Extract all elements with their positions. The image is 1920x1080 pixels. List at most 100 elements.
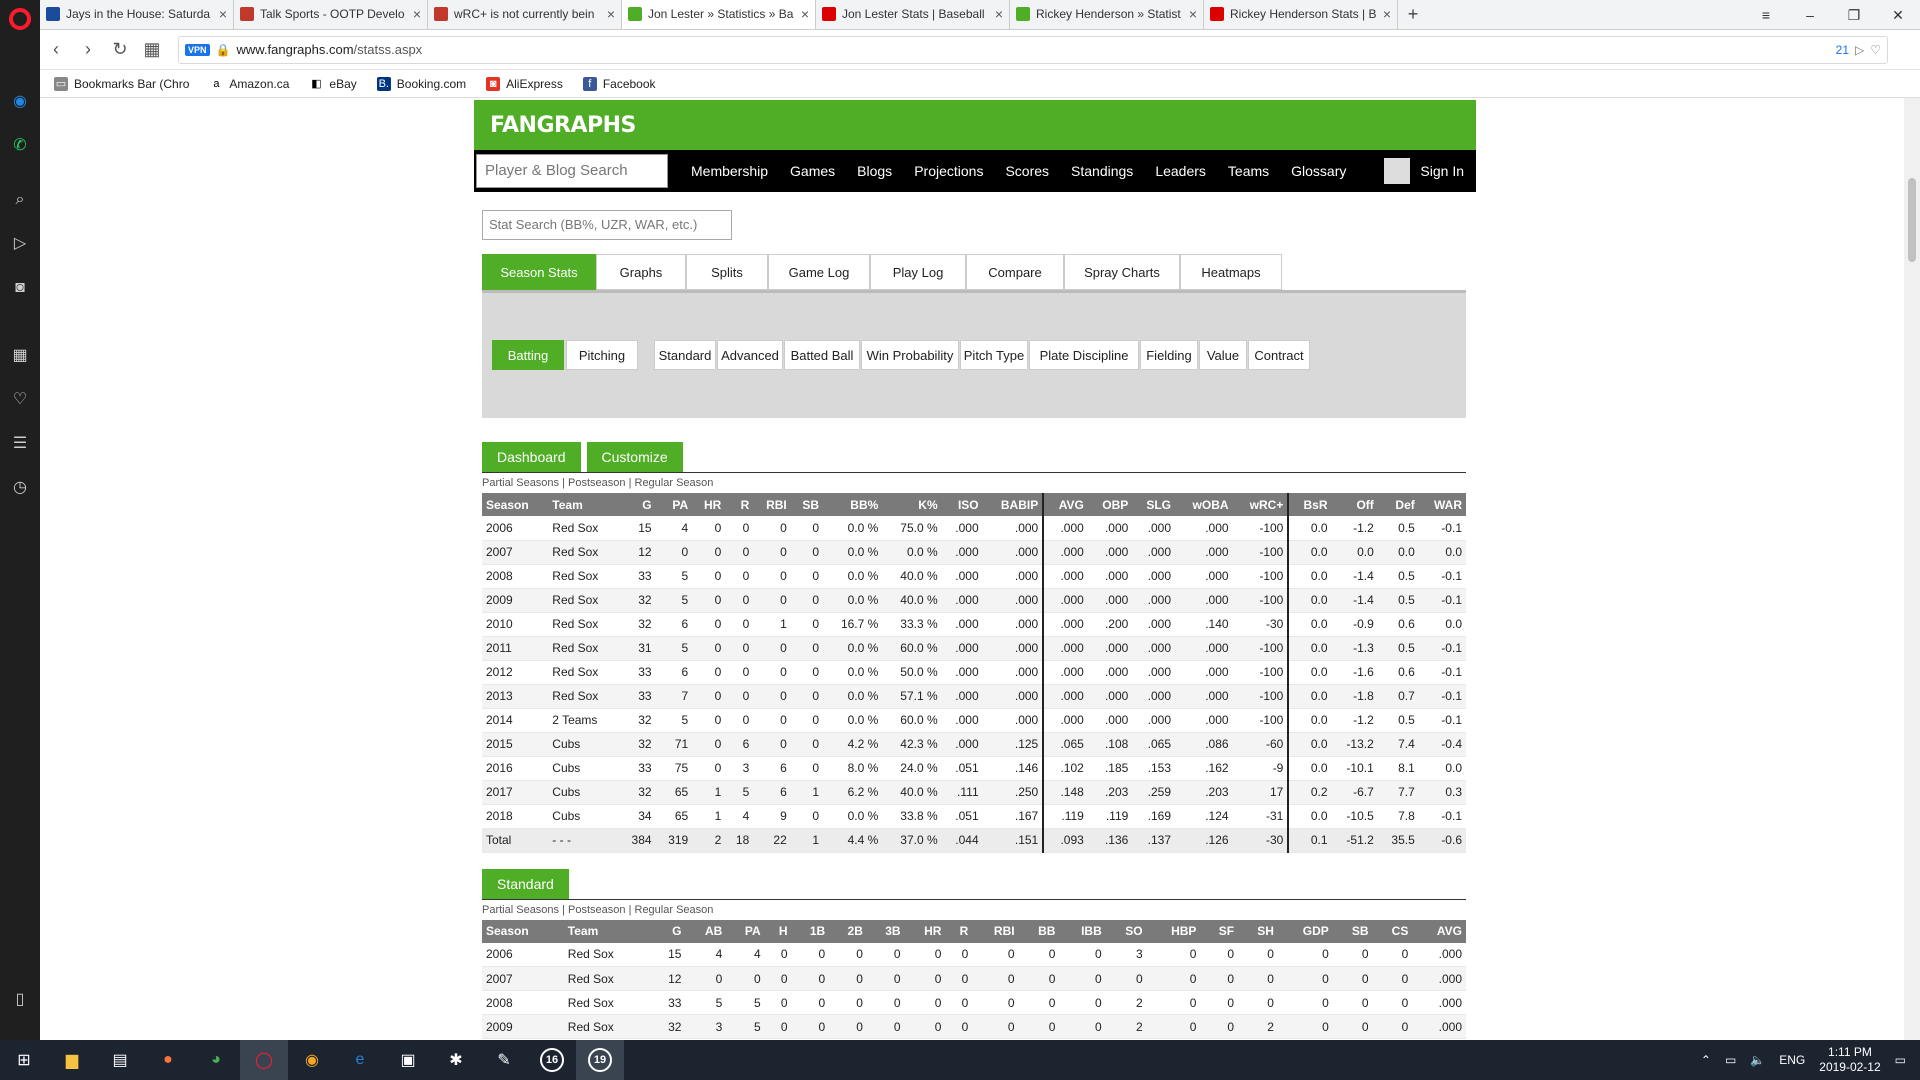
tab-close-icon[interactable]: × — [413, 6, 421, 22]
column-header[interactable]: CS — [1372, 919, 1413, 943]
chrome-icon[interactable]: ◕ — [192, 1040, 240, 1080]
settings-icon[interactable]: ✱ — [432, 1040, 480, 1080]
type-pitching[interactable]: Pitching — [566, 340, 638, 370]
tab-close-icon[interactable]: × — [995, 6, 1003, 22]
browser-tab[interactable]: Rickey Henderson » Statist × — [1010, 0, 1204, 29]
windows-start-icon[interactable]: ⊞ — [0, 1040, 48, 1080]
browser-tab[interactable]: wRC+ is not currently bein × — [428, 0, 622, 29]
stat-tab-plate-discipline[interactable]: Plate Discipline — [1029, 340, 1139, 370]
notification-icon[interactable]: ▭ — [1895, 1053, 1906, 1067]
column-header[interactable]: WAR — [1418, 493, 1466, 516]
tab-close-icon[interactable]: × — [219, 6, 227, 22]
column-header[interactable]: wOBA — [1175, 493, 1233, 516]
nav-leaders[interactable]: Leaders — [1155, 163, 1206, 179]
forward-icon[interactable]: › — [72, 39, 104, 60]
nav-teams[interactable]: Teams — [1228, 163, 1269, 179]
heart-icon[interactable]: ♡ — [1870, 43, 1881, 57]
column-header[interactable]: RBI — [972, 919, 1019, 943]
column-header[interactable]: BABIP — [982, 493, 1044, 516]
column-header[interactable]: HR — [904, 919, 946, 943]
column-header[interactable]: Season — [482, 493, 549, 516]
stat-tab-contract[interactable]: Contract — [1248, 340, 1310, 370]
column-header[interactable]: RBI — [753, 493, 791, 516]
messenger-icon[interactable]: ◉ — [8, 90, 32, 114]
column-header[interactable]: R — [945, 919, 973, 943]
column-header[interactable]: BB% — [823, 493, 883, 516]
url-field[interactable]: VPN 🔒 www.fangraphs.com/statss.aspx 21 ▷ ♡ — [178, 35, 1888, 64]
tab-graphs[interactable]: Graphs — [596, 254, 686, 290]
ootp-16-icon[interactable]: 16 — [528, 1040, 576, 1080]
column-header[interactable]: AVG — [1042, 493, 1088, 516]
bookmark-item[interactable]: a Amazon.ca — [209, 76, 289, 91]
regular-season-link[interactable]: Regular Season — [635, 477, 714, 489]
nav-glossary[interactable]: Glossary — [1291, 163, 1346, 179]
column-header[interactable]: Def — [1377, 493, 1419, 516]
reload-icon[interactable]: ↻ — [104, 39, 136, 60]
speed-dial-sidebar-icon[interactable]: ▦ — [8, 344, 32, 368]
file-explorer-icon[interactable]: ▆ — [48, 1040, 96, 1080]
nav-membership[interactable]: Membership — [691, 163, 768, 179]
stat-search-input[interactable]: Stat Search (BB%, UZR, WAR, etc.) — [482, 210, 732, 240]
fangraphs-logo[interactable]: FANGRAPHS — [490, 113, 636, 138]
column-header[interactable]: BB — [1018, 919, 1060, 943]
bookmark-item[interactable]: ◙ AliExpress — [486, 76, 563, 91]
tab-close-icon[interactable]: × — [801, 6, 809, 22]
nav-games[interactable]: Games — [790, 163, 835, 179]
column-header[interactable]: HR — [692, 493, 726, 516]
column-header[interactable]: SF — [1200, 919, 1239, 943]
snap-icon[interactable]: ▷ — [1855, 43, 1864, 57]
vpn-badge[interactable]: VPN — [185, 43, 210, 56]
column-header[interactable]: G — [650, 919, 686, 943]
column-header[interactable]: ISO — [941, 493, 983, 516]
game-icon[interactable]: ▣ — [384, 1040, 432, 1080]
send-icon[interactable]: ▷ — [8, 232, 32, 256]
sign-in-link[interactable]: Sign In — [1384, 158, 1464, 184]
opera-logo-icon[interactable] — [9, 8, 31, 30]
new-tab-button[interactable]: + — [1398, 0, 1428, 29]
tab-close-icon[interactable]: × — [1189, 6, 1197, 22]
tab-game-log[interactable]: Game Log — [768, 254, 870, 290]
column-header[interactable]: 1B — [791, 919, 830, 943]
stat-tab-advanced[interactable]: Advanced — [717, 340, 783, 370]
ootp-19-icon[interactable]: 19 — [576, 1040, 624, 1080]
postseason-link[interactable]: Postseason — [568, 904, 625, 916]
column-header[interactable]: 2B — [829, 919, 867, 943]
adblock-count[interactable]: 21 — [1836, 43, 1849, 57]
customize-button[interactable]: Customize — [586, 442, 683, 472]
scrollbar-thumb[interactable] — [1908, 178, 1916, 262]
column-header[interactable]: Season — [482, 919, 564, 943]
chevron-up-icon[interactable]: ⌃ — [1701, 1053, 1711, 1067]
tab-play-log[interactable]: Play Log — [870, 254, 966, 290]
column-header[interactable]: PA — [726, 919, 765, 943]
tab-close-icon[interactable]: × — [607, 6, 615, 22]
tab-menu-icon[interactable]: ≡ — [1744, 0, 1788, 30]
browser-tab[interactable]: Rickey Henderson Stats | B × — [1204, 0, 1398, 29]
browser-tab[interactable]: Talk Sports - OOTP Develo × — [234, 0, 428, 29]
volume-icon[interactable]: 🔈 — [1750, 1053, 1765, 1067]
postseason-link[interactable]: Postseason — [568, 477, 625, 489]
news-icon[interactable]: ☰ — [8, 432, 32, 456]
player-search-input[interactable]: Player & Blog Search — [476, 154, 668, 188]
column-header[interactable]: GDP — [1277, 919, 1333, 943]
column-header[interactable]: 3B — [866, 919, 905, 943]
bookmark-item[interactable]: f Facebook — [582, 76, 656, 91]
whatsapp-icon[interactable]: ✆ — [8, 134, 32, 158]
browser-tab[interactable]: Jon Lester Stats | Baseball × — [816, 0, 1010, 29]
stat-tab-value[interactable]: Value — [1199, 340, 1247, 370]
stat-tab-batted-ball[interactable]: Batted Ball — [784, 340, 860, 370]
close-window-icon[interactable]: ✕ — [1876, 0, 1920, 30]
column-header[interactable]: G — [618, 493, 656, 516]
camera-icon[interactable]: ◙ — [8, 276, 32, 300]
nav-standings[interactable]: Standings — [1071, 163, 1133, 179]
edge-icon[interactable]: e — [336, 1040, 384, 1080]
calculator-icon[interactable]: ▤ — [96, 1040, 144, 1080]
column-header[interactable]: SB — [1332, 919, 1373, 943]
column-header[interactable]: AB — [685, 919, 727, 943]
back-icon[interactable]: ‹ — [40, 39, 72, 60]
column-header[interactable]: SO — [1105, 919, 1147, 943]
column-header[interactable]: Team — [563, 919, 651, 943]
search-icon[interactable]: ⌕ — [8, 188, 32, 212]
regular-season-link[interactable]: Regular Season — [635, 904, 714, 916]
browser-tab[interactable]: Jays in the House: Saturda × — [40, 0, 234, 29]
app-icon[interactable]: ◉ — [288, 1040, 336, 1080]
